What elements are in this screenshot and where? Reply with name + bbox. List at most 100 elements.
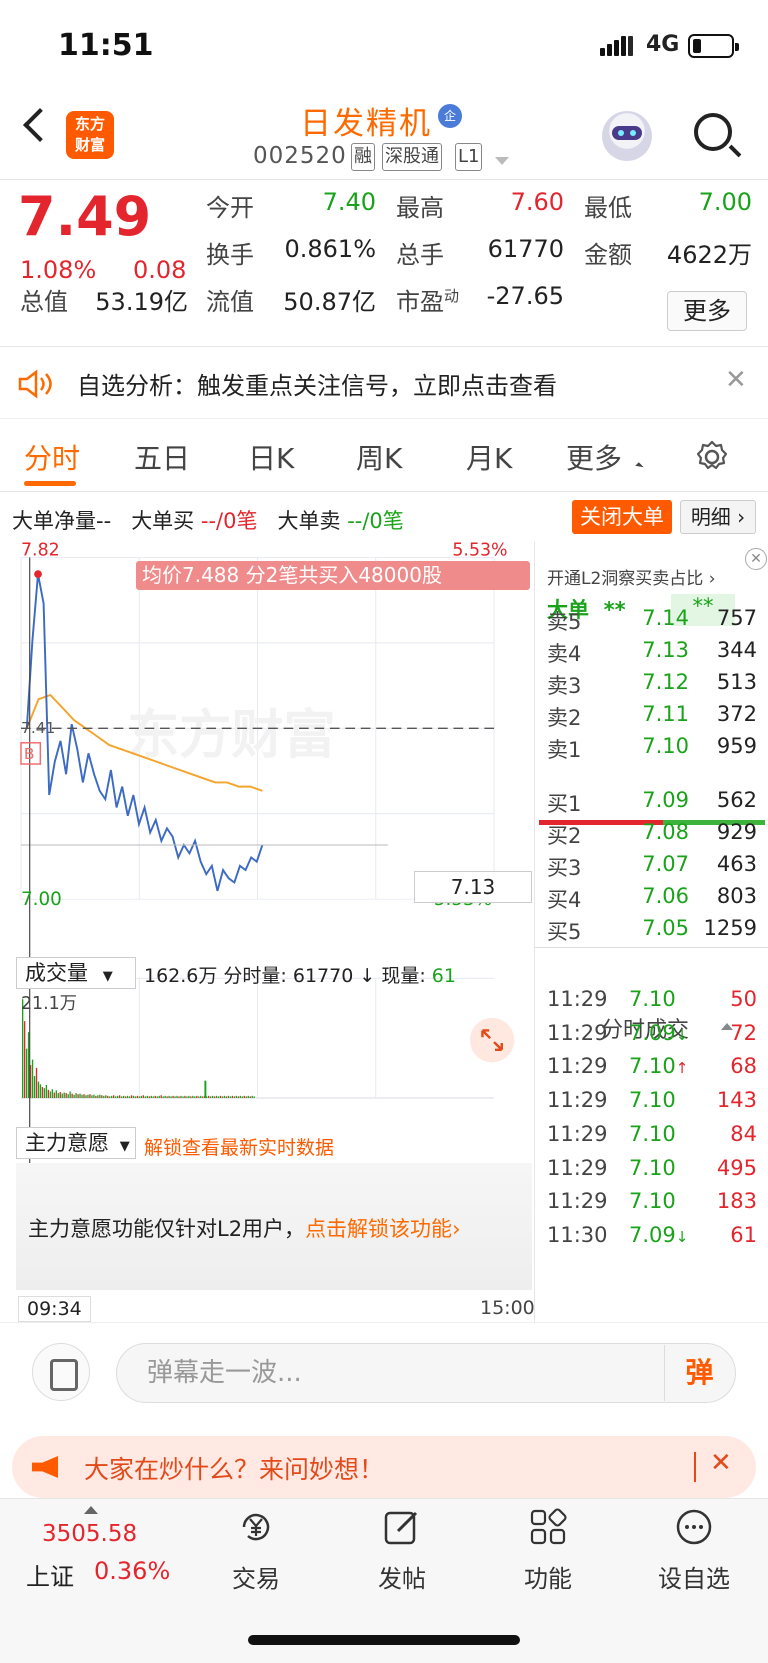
bottom-nav: 3505.58 上证 0.36% 交易 发帖 功能 设自选 xyxy=(0,1498,768,1663)
tab-monthly-k[interactable]: 月K xyxy=(466,437,512,477)
trade-row: 11:30 7.09↓ 61 xyxy=(547,1223,757,1257)
volume-bar xyxy=(223,1095,226,1099)
ask-row[interactable]: 卖4 7.13 344 xyxy=(547,638,757,670)
nav-trade[interactable]: 交易 xyxy=(206,1507,306,1594)
volume-bar xyxy=(77,1094,79,1099)
close-icon[interactable]: ✕ xyxy=(725,365,747,395)
volume-bar xyxy=(225,1096,228,1099)
volume-bar xyxy=(170,1096,172,1099)
index-percent[interactable]: 0.36% xyxy=(94,1557,170,1585)
value-float-cap: 50.87亿 xyxy=(283,288,376,316)
trade-price-value: 7.09 xyxy=(629,1020,676,1045)
y-top-pct-label: 5.53% xyxy=(452,542,507,561)
intent-select[interactable]: 主力意愿 ▼ xyxy=(16,1127,136,1159)
tab-daily-k[interactable]: 日K xyxy=(248,437,294,477)
value-turnover: 0.861% xyxy=(284,235,376,263)
ask-row[interactable]: 卖2 7.11 372 xyxy=(547,702,757,734)
ask-label: 卖3 xyxy=(547,674,582,698)
volume-bar xyxy=(182,1096,184,1099)
volume-bar xyxy=(43,1088,46,1099)
volume-bar xyxy=(107,1095,109,1099)
volume-bar xyxy=(184,1095,186,1099)
ask-price: 7.13 xyxy=(642,638,689,662)
intent-unlock-button[interactable]: 点击解锁该功能 xyxy=(305,1217,452,1241)
trade-time: 11:29 xyxy=(547,1121,608,1146)
close-icon[interactable]: ✕ xyxy=(710,1448,732,1478)
ask-price: 7.11 xyxy=(642,702,689,726)
trade-price-value: 7.10 xyxy=(629,1155,676,1180)
ask-row[interactable]: 卖5 7.14 757 xyxy=(547,606,757,638)
trade-row: 11:29 7.10 183 xyxy=(547,1189,757,1223)
volume-bar xyxy=(35,1067,38,1099)
nav-watchlist-label: 设自选 xyxy=(658,1565,730,1593)
expand-icon[interactable] xyxy=(469,1017,515,1063)
trade-price-value: 7.10 xyxy=(629,1088,676,1113)
index-name[interactable]: 上证 xyxy=(26,1557,74,1592)
value-total-hands: 61770 xyxy=(487,235,564,263)
ask-banner[interactable]: 大家在炒什么？来问妙想！ ✕ xyxy=(12,1436,756,1498)
danmu-input[interactable]: 弹幕走一波... xyxy=(116,1343,736,1403)
tab-more[interactable]: 更多 xyxy=(566,437,622,477)
volume-bar xyxy=(247,1095,249,1099)
buy-marker: B xyxy=(24,745,35,763)
gear-icon[interactable] xyxy=(694,439,730,475)
nav-function[interactable]: 功能 xyxy=(498,1507,598,1594)
nav-post[interactable]: 发帖 xyxy=(352,1507,452,1594)
status-bar: 11:51 4G xyxy=(0,0,768,95)
trade-price: 7.10 xyxy=(629,1088,676,1112)
ask-row[interactable]: 卖1 7.10 959 xyxy=(547,734,757,766)
danmu-button[interactable]: 弹 xyxy=(664,1345,734,1401)
chevron-up-icon[interactable] xyxy=(84,1506,98,1514)
bid-row[interactable]: 买4 7.06 803 xyxy=(547,884,757,916)
time-axis-end: 15:00 xyxy=(480,1297,535,1319)
volume-bar xyxy=(45,1084,48,1099)
volume-bar xyxy=(213,1096,216,1099)
detail-button[interactable]: 明细 › xyxy=(680,500,756,534)
tab-five-day[interactable]: 五日 xyxy=(134,437,190,477)
nav-watchlist[interactable]: 设自选 xyxy=(644,1507,744,1594)
stock-name[interactable]: 日发精机 xyxy=(300,98,432,143)
volume-bar xyxy=(138,1096,141,1099)
search-icon[interactable] xyxy=(694,113,732,151)
intent-unlock-link[interactable]: 解锁查看最新实时数据 xyxy=(144,1133,334,1160)
volume-bar xyxy=(65,1093,67,1099)
volume-bar xyxy=(99,1094,101,1099)
l2-promo-link[interactable]: 开通L2洞察买卖占比 › xyxy=(547,564,716,589)
volume-bar xyxy=(146,1095,149,1099)
assistant-robot-icon[interactable] xyxy=(602,111,652,161)
volume-bar xyxy=(190,1096,192,1099)
volume-bar xyxy=(221,1096,224,1099)
volume-bar xyxy=(142,1095,145,1099)
chevron-right-icon: › xyxy=(452,1217,461,1241)
index-value[interactable]: 3505.58 xyxy=(42,1521,137,1547)
alert-bar[interactable]: 自选分析：触发重点关注信号，立即点击查看 ✕ xyxy=(0,347,768,419)
bid-price: 7.09 xyxy=(642,788,689,812)
volume-bar xyxy=(83,1094,85,1099)
intent-panel: 主力意愿功能仅针对L2用户，点击解锁该功能› xyxy=(16,1163,532,1290)
note-icon[interactable] xyxy=(32,1343,90,1401)
logo-text-top: 东方 xyxy=(74,115,105,133)
bid-row[interactable]: 买2 7.08 929 xyxy=(547,820,757,852)
volume-bar xyxy=(227,1095,230,1099)
trade-time: 11:29 xyxy=(547,1088,608,1113)
bid-row[interactable]: 买5 7.05 1259 xyxy=(547,916,757,948)
bid-row[interactable]: 买1 7.09 562 xyxy=(547,788,757,820)
tab-intraday[interactable]: 分时 xyxy=(24,437,80,477)
volume-toolbar: 成交量 ▼ 162.6万 分时量: 61770 ↓ 现量: 61 xyxy=(12,955,532,995)
ask-row[interactable]: 卖3 7.12 513 xyxy=(547,670,757,702)
value-low: 7.00 xyxy=(698,188,752,216)
more-button[interactable]: 更多 xyxy=(667,291,747,331)
volume-select[interactable]: 成交量 ▼ xyxy=(16,957,136,989)
eastmoney-logo: 东方 财富 xyxy=(66,111,114,159)
tab-weekly-k[interactable]: 周K xyxy=(356,437,402,477)
volume-bar xyxy=(174,1096,176,1099)
volume-bar xyxy=(75,1093,77,1099)
volume-bar xyxy=(180,1095,182,1099)
chevron-down-icon[interactable] xyxy=(495,157,509,165)
close-icon[interactable]: ✕ xyxy=(745,548,767,570)
back-arrow-icon[interactable] xyxy=(23,108,57,142)
close-big-order-button[interactable]: 关闭大单 xyxy=(572,500,672,534)
bid-row[interactable]: 买3 7.07 463 xyxy=(547,852,757,884)
volume-bar xyxy=(229,1096,232,1099)
nav-trade-label: 交易 xyxy=(232,1565,280,1593)
